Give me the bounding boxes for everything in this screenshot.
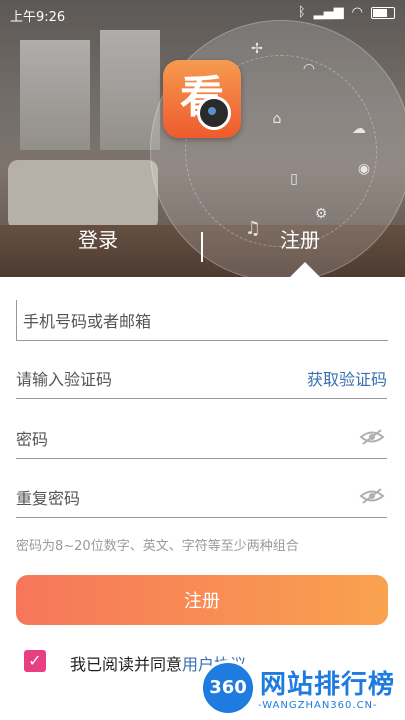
home-icon: ⌂ — [272, 111, 282, 127]
status-bar: 上午9:26 ᛒ ▂▄▆ ◠ — [0, 0, 405, 28]
register-button[interactable]: 注册 — [16, 575, 388, 625]
eye-hidden-icon[interactable] — [359, 428, 385, 446]
get-code-button[interactable]: 获取验证码 — [307, 366, 387, 390]
repeat-password-field — [16, 477, 387, 518]
site-watermark: 360 网站排行榜 -WANGZHAN360.CN- — [200, 660, 405, 720]
watermark-badge: 360 — [200, 660, 256, 716]
phone-icon: ▯ — [290, 171, 298, 187]
cloud-icon: ☁ — [352, 121, 366, 137]
gear-icon: ⚙ — [314, 206, 328, 222]
agreement-text: 我已阅读并同意 — [70, 655, 183, 674]
camera-icon: ◉ — [357, 161, 371, 177]
verification-code-field: 获取验证码 — [16, 358, 387, 399]
status-time: 上午9:26 — [10, 10, 66, 25]
wifi-status-icon: ◠ — [351, 5, 363, 20]
phone-email-field — [16, 300, 388, 341]
watermark-title: 网站排行榜 — [260, 670, 396, 700]
password-hint: 密码为8~20位数字、英文、字符等至少两种组合 — [16, 539, 299, 554]
password-input[interactable] — [16, 424, 276, 454]
eye-hidden-icon[interactable] — [359, 487, 385, 505]
verification-code-input[interactable] — [16, 364, 276, 394]
camera-lens-icon — [197, 96, 231, 130]
watermark-subtitle: -WANGZHAN360.CN- — [258, 700, 378, 711]
phone-email-input[interactable] — [23, 306, 283, 336]
wifi-icon: ◠ — [302, 61, 316, 77]
app-logo: 看 — [163, 60, 241, 138]
active-tab-pointer — [290, 262, 320, 277]
signal-icon: ▂▄▆ — [313, 5, 344, 20]
tab-login[interactable]: 登录 — [78, 224, 118, 253]
music-icon: ♫ — [244, 218, 262, 239]
tab-divider — [201, 232, 203, 262]
bluetooth-icon: ᛒ — [297, 5, 306, 20]
tab-register[interactable]: 注册 — [280, 224, 320, 253]
fan-icon: ✢ — [251, 41, 263, 57]
battery-icon — [371, 6, 395, 19]
agreement-checkbox[interactable]: ✓ — [24, 650, 46, 672]
password-field — [16, 418, 387, 459]
repeat-password-input[interactable] — [16, 483, 276, 513]
